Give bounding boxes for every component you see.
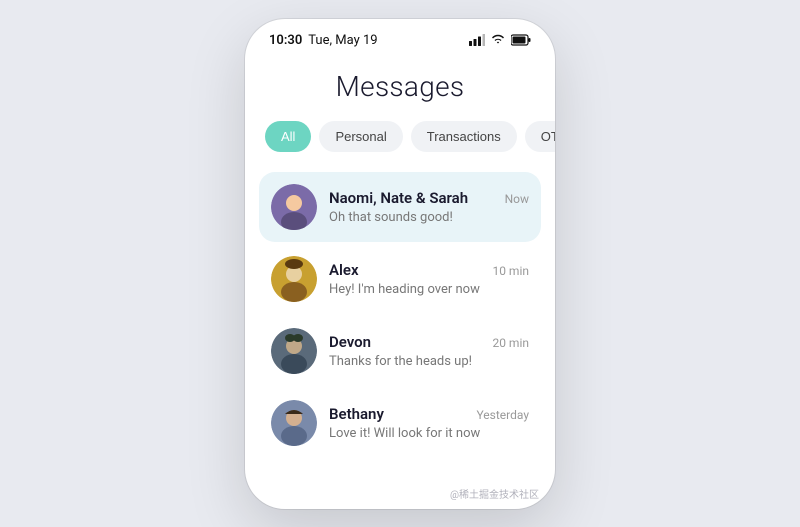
- conversation-header: Devon 20 min: [329, 333, 529, 351]
- conversation-item[interactable]: Bethany Yesterday Love it! Will look for…: [259, 388, 541, 458]
- signal-icon: [469, 34, 485, 46]
- conversation-time: 20 min: [492, 336, 529, 350]
- avatar-alex: [271, 256, 317, 302]
- conversation-body: Bethany Yesterday Love it! Will look for…: [329, 405, 529, 441]
- avatar-bethany: [271, 400, 317, 446]
- conversation-preview: Hey! I'm heading over now: [329, 282, 529, 297]
- main-content: Messages All Personal Transactions OTPs …: [245, 54, 555, 509]
- conversation-time: Yesterday: [476, 408, 529, 422]
- conversation-body: Alex 10 min Hey! I'm heading over now: [329, 261, 529, 297]
- battery-icon: [511, 34, 531, 46]
- filter-tabs: All Personal Transactions OTPs: [245, 121, 555, 172]
- conversation-header: Naomi, Nate & Sarah Now: [329, 189, 529, 207]
- conversation-body: Naomi, Nate & Sarah Now Oh that sounds g…: [329, 189, 529, 225]
- status-icons: [469, 34, 531, 46]
- watermark: @稀土掘金技术社区: [450, 486, 539, 501]
- wifi-icon: [490, 34, 506, 46]
- filter-tab-transactions[interactable]: Transactions: [411, 121, 517, 152]
- conversation-name: Alex: [329, 261, 359, 279]
- conversation-preview: Thanks for the heads up!: [329, 354, 529, 369]
- status-time: 10:30: [269, 33, 302, 48]
- filter-tab-personal[interactable]: Personal: [319, 121, 402, 152]
- filter-tab-all[interactable]: All: [265, 121, 311, 152]
- conversation-item[interactable]: Naomi, Nate & Sarah Now Oh that sounds g…: [259, 172, 541, 242]
- phone-frame: 10:30 Tue, May 19 Messages: [245, 19, 555, 509]
- conversation-item[interactable]: Devon 20 min Thanks for the heads up!: [259, 316, 541, 386]
- conversation-body: Devon 20 min Thanks for the heads up!: [329, 333, 529, 369]
- conversation-name: Bethany: [329, 405, 384, 423]
- conversation-item[interactable]: Alex 10 min Hey! I'm heading over now: [259, 244, 541, 314]
- conversation-name: Devon: [329, 333, 371, 351]
- filter-tab-otps[interactable]: OTPs: [525, 121, 555, 152]
- page-title: Messages: [245, 54, 555, 121]
- avatar-naomi: [271, 184, 317, 230]
- conversation-list: Naomi, Nate & Sarah Now Oh that sounds g…: [245, 172, 555, 458]
- conversation-name: Naomi, Nate & Sarah: [329, 189, 468, 207]
- conversation-header: Alex 10 min: [329, 261, 529, 279]
- conversation-time: Now: [505, 192, 529, 206]
- avatar-devon: [271, 328, 317, 374]
- conversation-time: 10 min: [492, 264, 529, 278]
- conversation-preview: Oh that sounds good!: [329, 210, 529, 225]
- conversation-preview: Love it! Will look for it now: [329, 426, 529, 441]
- conversation-header: Bethany Yesterday: [329, 405, 529, 423]
- status-bar: 10:30 Tue, May 19: [245, 19, 555, 54]
- status-date: Tue, May 19: [308, 33, 377, 48]
